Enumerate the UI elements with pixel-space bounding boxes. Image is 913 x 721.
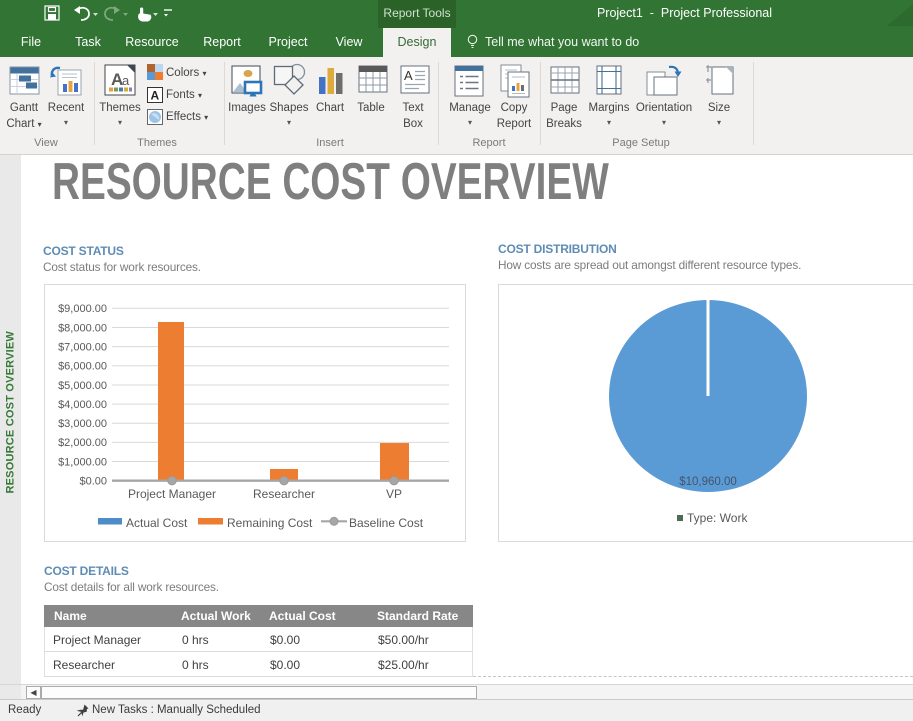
svg-text:$2,000.00: $2,000.00 bbox=[58, 437, 107, 449]
svg-text:$9,000.00: $9,000.00 bbox=[58, 303, 107, 315]
svg-text:Project Manager: Project Manager bbox=[128, 487, 216, 501]
svg-text:$4,000.00: $4,000.00 bbox=[58, 399, 107, 411]
svg-text:$3,000.00: $3,000.00 bbox=[58, 418, 107, 430]
svg-text:A: A bbox=[151, 89, 160, 103]
svg-text:VP: VP bbox=[386, 487, 402, 501]
svg-text:Remaining Cost: Remaining Cost bbox=[227, 516, 313, 530]
svg-text:A: A bbox=[404, 68, 413, 83]
svg-text:$5,000.00: $5,000.00 bbox=[58, 380, 107, 392]
svg-text:$8,000.00: $8,000.00 bbox=[58, 322, 107, 334]
svg-text:$6,000.00: $6,000.00 bbox=[58, 361, 107, 373]
svg-text:Researcher: Researcher bbox=[253, 487, 315, 501]
svg-text:$7,000.00: $7,000.00 bbox=[58, 341, 107, 353]
svg-text:Type: Work: Type: Work bbox=[687, 511, 748, 525]
svg-text:$10,960.00: $10,960.00 bbox=[679, 476, 737, 488]
svg-text:a: a bbox=[122, 73, 130, 88]
svg-text:Actual Cost: Actual Cost bbox=[126, 516, 188, 530]
svg-text:$0.00: $0.00 bbox=[79, 476, 107, 488]
svg-text:$1,000.00: $1,000.00 bbox=[58, 456, 107, 468]
svg-text:Baseline Cost: Baseline Cost bbox=[349, 516, 424, 530]
